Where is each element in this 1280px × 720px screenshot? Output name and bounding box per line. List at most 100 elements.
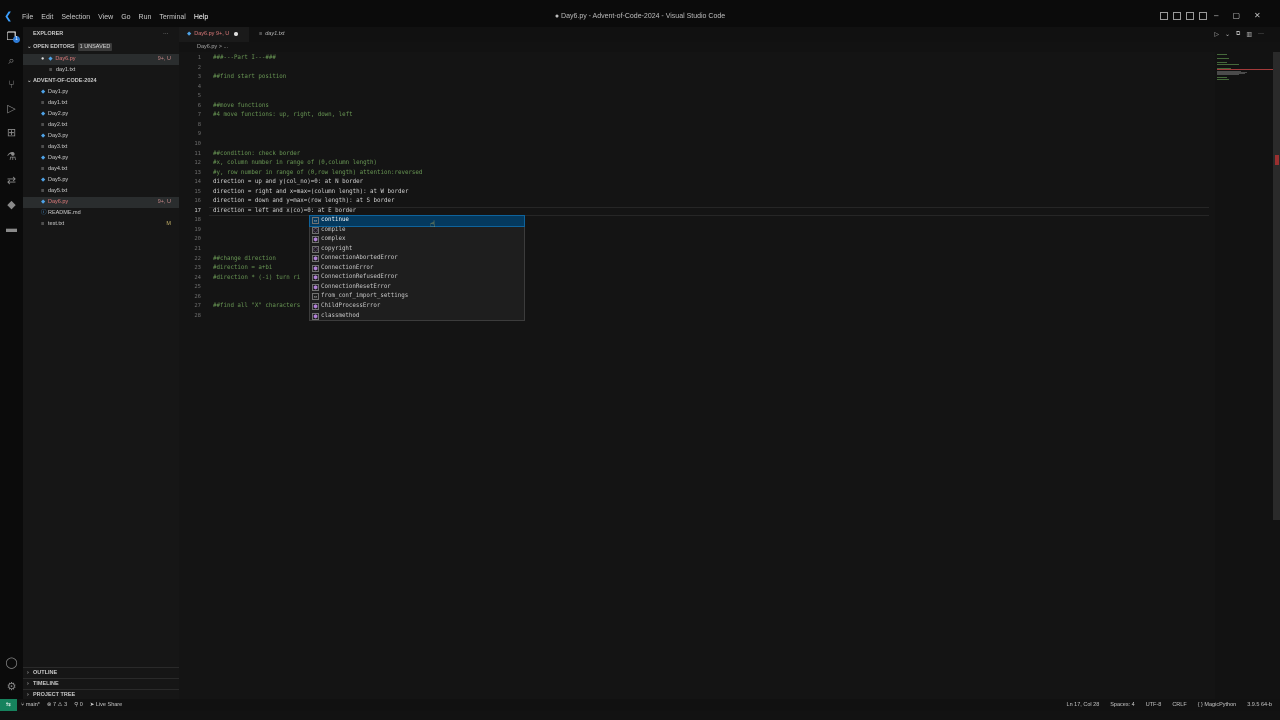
line-number: 5 [197,93,201,100]
open-editor-day1-txt[interactable]: ≡ day1.txt [23,65,179,76]
run-file-icon[interactable]: ▷ [1214,31,1219,38]
code-line[interactable]: direction = right and x=max=(column leng… [213,189,408,195]
code-line[interactable]: ##condition: check border [213,151,300,157]
text-file-icon: ≡ [41,166,45,172]
code-line[interactable]: ##change direction [213,256,276,262]
problems-status[interactable]: ⊗ 7 ⚠ 3 [47,699,67,711]
file-tree-item[interactable]: ≡ test.txt M [23,219,179,230]
remote-explorer-icon[interactable]: ⇄ [5,175,18,188]
suggestion-label: compile [321,226,346,233]
file-tree-item[interactable]: ≡ day1.txt [23,98,179,109]
line-number: 3 [197,74,201,81]
class-kind-icon: ⬢ [312,302,319,310]
window-controls: – ▢ ✕ [1214,11,1261,20]
open-editor-day6[interactable]: ● ◆ Day6.py 9+, U [23,54,179,65]
file-tree-item[interactable]: ≡ day3.txt [23,142,179,153]
code-editor[interactable]: 1 ###---Part I---### 2 3 ##find start positi… [179,52,1215,699]
editor-scrollbar[interactable] [1273,52,1280,520]
more-actions-icon[interactable]: ··· [163,29,173,40]
manage-gear-icon[interactable]: ⚙ [5,681,18,694]
extensions-icon[interactable]: ⊞ [5,127,18,140]
suggestion-item[interactable]: ⬢ complex [310,235,524,245]
file-tree-item[interactable]: ◆ Day6.py 9+, U [23,197,179,208]
tab-day6-py[interactable]: ◆ Day6.py 9+, U [179,27,249,42]
search-icon[interactable]: ⌕ [5,55,18,68]
maximize-icon[interactable]: ▢ [1232,11,1240,20]
suggestion-item[interactable]: ⬢ ConnectionResetError [310,283,524,293]
file-tree-item[interactable]: ◆ Day4.py [23,153,179,164]
source-control-icon[interactable]: ⑂ [5,79,18,92]
language-mode[interactable]: { } MagicPython [1198,699,1237,711]
code-line[interactable]: #direction = a+bi [213,265,272,271]
timeline-panel-header[interactable]: TIMELINE [23,678,179,690]
ports-status[interactable]: ⚲ 0 [74,699,83,711]
code-line[interactable]: direction = down and y=max=(row length):… [213,198,394,204]
suggestion-item[interactable]: ▭ continue [309,215,525,227]
file-tree-item[interactable]: ◆ Day1.py [23,87,179,98]
branch-status[interactable]: ⑂ main* [21,699,40,711]
text-file-icon: ≡ [41,100,45,106]
code-line[interactable]: #x, column number in range of (0,column … [213,160,377,166]
suggestion-item[interactable]: ▭ from_conf_import_settings [310,292,524,302]
code-line[interactable]: #4 move functions: up, right, down, left [213,112,353,118]
split-editor-icon[interactable]: ▥ [1246,31,1252,38]
file-name: Day1.py [48,89,69,95]
cursor-position[interactable]: Ln 17, Col 28 [1067,699,1100,711]
run-dropdown-icon[interactable]: ⌄ [1225,31,1230,38]
close-icon[interactable]: ✕ [1254,11,1261,20]
line-ending[interactable]: CRLF [1172,699,1186,711]
file-tree-item[interactable]: ◆ Day3.py [23,131,179,142]
more-actions-icon[interactable]: ··· [1258,31,1264,38]
code-line[interactable]: ##find all "X" characters [213,303,300,309]
file-tree-item[interactable]: ◆ Day2.py [23,109,179,120]
file-tree-item[interactable]: ⓘREADME.md [23,208,179,219]
indentation[interactable]: Spaces: 4 [1110,699,1134,711]
run-debug-icon[interactable]: ▷ [5,103,18,116]
code-line[interactable]: direction = left and x(co)=0: at E borde… [213,208,356,214]
file-tree-item[interactable]: ◆ Day5.py [23,175,179,186]
minimize-icon[interactable]: – [1214,11,1218,20]
customize-layout-icon[interactable] [1199,12,1207,20]
code-line[interactable]: ###---Part I---### [213,55,276,61]
encoding[interactable]: UTF-8 [1146,699,1162,711]
remote-indicator-icon[interactable]: ⇆ [0,699,17,711]
class-kind-icon: ⬢ [312,283,319,291]
suggestion-item[interactable]: ⬢ ConnectionError [310,264,524,274]
code-line[interactable]: #direction * (-i) turn ri [213,275,300,281]
toggle-panel-icon[interactable] [1173,12,1181,20]
account-icon[interactable]: ◯ [5,657,18,670]
outline-panel-header[interactable]: OUTLINE [23,667,179,679]
suggestion-item[interactable]: ⬢ ConnectionAbortedError [310,254,524,264]
file-tree-item[interactable]: ≡ day2.txt [23,120,179,131]
toggle-primary-sidebar-icon[interactable] [1160,12,1168,20]
minimap[interactable] [1215,52,1273,92]
file-tree-item[interactable]: ≡ day5.txt [23,186,179,197]
code-line[interactable]: ##find start position [213,74,286,80]
docker-icon[interactable]: ▬ [5,223,18,236]
line-number: 2 [197,64,201,71]
code-line[interactable]: ##move functions [213,103,269,109]
breadcrumb[interactable]: Day6.py > ... [197,44,228,50]
code-line[interactable]: #y, row number in range of (0,row length… [213,170,422,176]
text-file-icon: ≡ [41,122,45,128]
tab-day1-txt[interactable]: ≡ day1.txt [251,27,301,42]
python-icon[interactable]: ◆ [5,199,18,212]
open-changes-icon[interactable]: ⧉ [1236,31,1240,38]
text-file-icon: ≡ [41,188,45,194]
suggestion-item[interactable]: ⬢ ConnectionRefusedError [310,273,524,283]
toggle-secondary-sidebar-icon[interactable] [1186,12,1194,20]
suggestion-label: ChildProcessError [321,302,381,309]
line-number: 7 [197,112,201,119]
suggestion-item[interactable]: ⬡ copyright [310,245,524,255]
suggestion-item[interactable]: ⬢ ChildProcessError [310,302,524,312]
suggestion-item[interactable]: ⬡ compile [310,226,524,236]
testing-icon[interactable]: ⚗ [5,151,18,164]
suggestion-item[interactable]: ⬢ classmethod [310,312,524,322]
unsaved-dot-icon[interactable] [234,31,239,36]
file-tree-item[interactable]: ≡ day4.txt [23,164,179,175]
python-interpreter[interactable]: 3.9.5 64-b [1247,699,1272,711]
project-folder-header[interactable]: ⌄ ADVENT-OF-CODE-2024 [23,76,179,87]
code-line[interactable]: direction = up and y(col_no)=0: at N bor… [213,179,363,185]
live-share-status[interactable]: ➤ Live Share [90,699,122,711]
open-editors-header[interactable]: ⌄ OPEN EDITORS 1 unsaved [23,42,179,53]
